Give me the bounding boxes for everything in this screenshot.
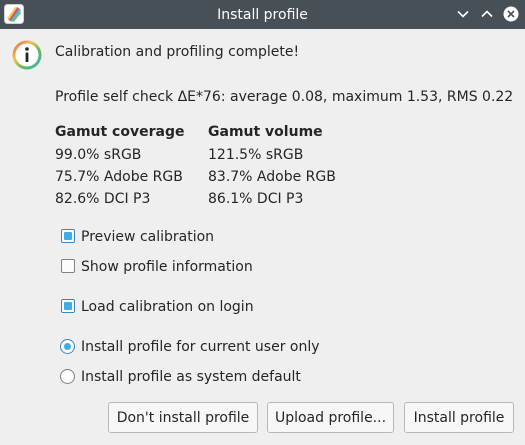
volume-srgb: 121.5% sRGB — [208, 147, 304, 163]
load-on-login-checkbox[interactable] — [61, 299, 75, 313]
volume-adobe-rgb: 83.7% Adobe RGB — [208, 169, 336, 185]
completion-heading: Calibration and profiling complete! — [55, 44, 300, 60]
current-user-radio[interactable] — [60, 339, 75, 354]
close-icon[interactable] — [503, 6, 519, 22]
coverage-adobe-rgb: 75.7% Adobe RGB — [55, 169, 183, 185]
preview-calibration-label[interactable]: Preview calibration — [81, 229, 214, 245]
gamut-coverage-header: Gamut coverage — [55, 124, 185, 140]
show-profile-info-label[interactable]: Show profile information — [81, 259, 253, 275]
title-bar[interactable]: Install profile — [0, 0, 525, 29]
system-default-radio[interactable] — [60, 369, 75, 384]
chevron-up-icon[interactable] — [479, 6, 495, 22]
install-profile-button[interactable]: Install profile — [404, 402, 514, 433]
self-check-text: Profile self check ΔE*76: average 0.08, … — [55, 89, 514, 105]
load-on-login-label[interactable]: Load calibration on login — [81, 299, 254, 315]
coverage-srgb: 99.0% sRGB — [55, 147, 142, 163]
show-profile-info-checkbox[interactable] — [61, 259, 75, 273]
chevron-down-icon[interactable] — [455, 6, 471, 22]
coverage-dci-p3: 82.6% DCI P3 — [55, 191, 151, 207]
dont-install-button[interactable]: Don't install profile — [108, 402, 258, 433]
upload-profile-button[interactable]: Upload profile... — [267, 402, 394, 433]
gamut-volume-header: Gamut volume — [208, 124, 323, 140]
current-user-label[interactable]: Install profile for current user only — [81, 339, 320, 355]
displaycal-icon — [4, 4, 24, 24]
info-icon — [12, 40, 42, 70]
system-default-label[interactable]: Install profile as system default — [81, 369, 301, 385]
volume-dci-p3: 86.1% DCI P3 — [208, 191, 304, 207]
preview-calibration-checkbox[interactable] — [61, 229, 75, 243]
window-title: Install profile — [217, 6, 308, 23]
